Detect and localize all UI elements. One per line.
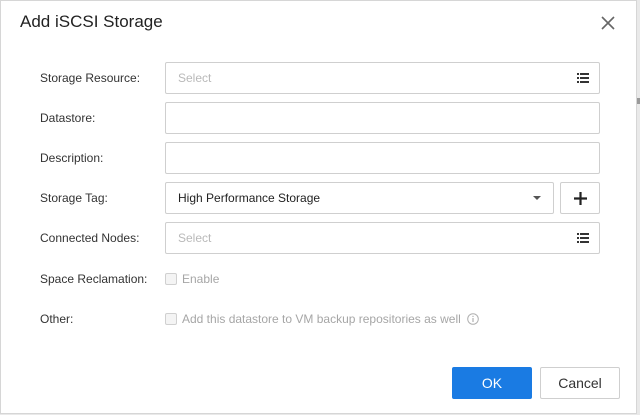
ok-button[interactable]: OK bbox=[452, 367, 532, 399]
space-reclamation-checkbox-label: Enable bbox=[182, 272, 220, 286]
space-reclamation-checkbox[interactable] bbox=[165, 273, 177, 285]
list-icon[interactable] bbox=[577, 73, 589, 83]
connected-nodes-select[interactable]: Select bbox=[165, 222, 600, 254]
plus-icon bbox=[574, 192, 587, 205]
dialog-title: Add iSCSI Storage bbox=[20, 12, 163, 31]
storage-tag-row: Storage Tag: High Performance Storage bbox=[1, 182, 638, 214]
other-label: Other: bbox=[40, 312, 74, 326]
add-iscsi-storage-dialog: Add iSCSI Storage Storage Resource: Sele… bbox=[0, 0, 637, 414]
datastore-row: Datastore: bbox=[1, 102, 638, 134]
connected-nodes-placeholder: Select bbox=[178, 231, 212, 245]
storage-resource-select[interactable]: Select bbox=[165, 62, 600, 94]
storage-tag-value: High Performance Storage bbox=[178, 191, 321, 205]
add-storage-tag-button[interactable] bbox=[560, 182, 600, 214]
storage-resource-label: Storage Resource: bbox=[40, 71, 141, 85]
space-reclamation-option: Enable bbox=[165, 271, 219, 287]
datastore-label: Datastore: bbox=[40, 111, 96, 125]
description-input[interactable] bbox=[165, 142, 600, 174]
description-row: Description: bbox=[1, 142, 638, 174]
cancel-button[interactable]: Cancel bbox=[540, 367, 620, 399]
space-reclamation-label: Space Reclamation: bbox=[40, 272, 148, 286]
list-icon[interactable] bbox=[577, 233, 589, 243]
space-reclamation-row: Space Reclamation: Enable bbox=[1, 263, 638, 295]
storage-tag-label: Storage Tag: bbox=[40, 191, 108, 205]
storage-tag-select[interactable]: High Performance Storage bbox=[165, 182, 554, 214]
close-icon[interactable] bbox=[599, 14, 617, 32]
chevron-down-icon[interactable] bbox=[533, 196, 541, 200]
backup-repository-checkbox[interactable] bbox=[165, 313, 177, 325]
connected-nodes-label: Connected Nodes: bbox=[40, 231, 140, 245]
connected-nodes-row: Connected Nodes: Select bbox=[1, 222, 638, 254]
info-icon[interactable] bbox=[467, 313, 479, 325]
description-label: Description: bbox=[40, 151, 104, 165]
other-row: Other: Add this datastore to VM backup r… bbox=[1, 303, 638, 335]
backup-repository-checkbox-label: Add this datastore to VM backup reposito… bbox=[182, 312, 461, 326]
storage-resource-row: Storage Resource: Select bbox=[1, 62, 638, 94]
storage-resource-placeholder: Select bbox=[178, 71, 212, 85]
backup-repository-option: Add this datastore to VM backup reposito… bbox=[165, 311, 479, 327]
datastore-input[interactable] bbox=[165, 102, 600, 134]
